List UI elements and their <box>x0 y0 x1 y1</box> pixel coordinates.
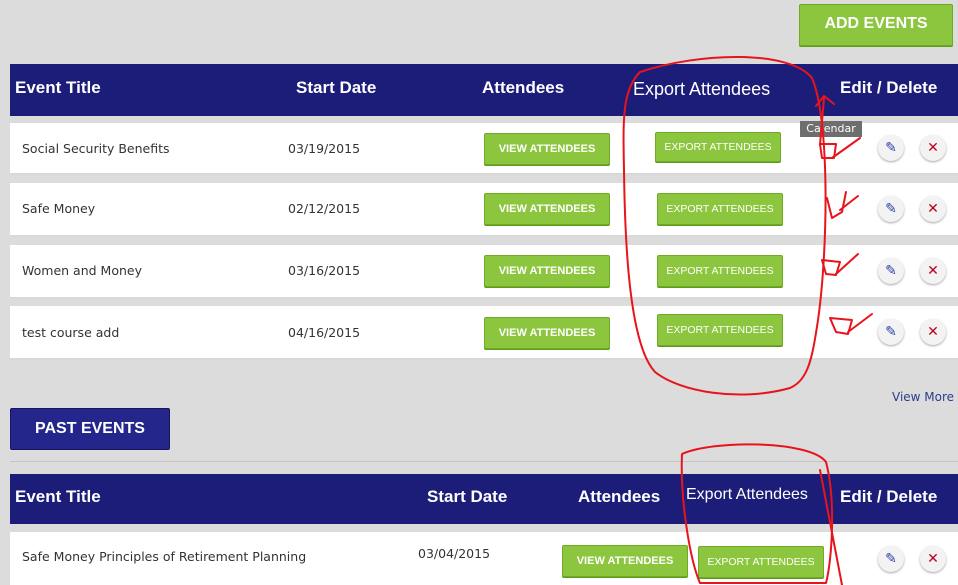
section-divider <box>10 461 958 462</box>
delete-close-icon[interactable]: ✕ <box>920 258 946 284</box>
edit-pencil-icon[interactable]: ✎ <box>878 258 904 284</box>
table-row: Safe Money Principles of Retirement Plan… <box>10 532 958 585</box>
view-attendees-button[interactable]: VIEW ATTENDEES <box>484 193 610 225</box>
event-date: 04/16/2015 <box>288 325 361 340</box>
event-title: Social Security Benefits <box>22 141 170 156</box>
export-attendees-button[interactable]: EXPORT ATTENDEES <box>657 314 783 346</box>
event-title: test course add <box>22 325 120 340</box>
delete-close-icon[interactable]: ✕ <box>920 135 946 161</box>
view-attendees-button[interactable]: VIEW ATTENDEES <box>562 545 688 577</box>
upcoming-table-header: Event Title Start Date Attendees Export … <box>10 64 958 116</box>
event-date: 03/04/2015 <box>418 546 491 561</box>
header-start-date: Start Date <box>427 487 508 506</box>
edit-pencil-icon[interactable]: ✎ <box>878 135 904 161</box>
event-date: 02/12/2015 <box>288 201 361 216</box>
view-attendees-button[interactable]: VIEW ATTENDEES <box>484 133 610 165</box>
event-date: 03/19/2015 <box>288 141 361 156</box>
view-attendees-button[interactable]: VIEW ATTENDEES <box>484 317 610 349</box>
header-export-attendees: Export Attendees <box>686 486 808 503</box>
past-table-header: Event Title Start Date Attendees Export … <box>10 474 958 524</box>
delete-close-icon[interactable]: ✕ <box>920 546 946 572</box>
view-more-link[interactable]: View More <box>892 390 954 404</box>
edit-pencil-icon[interactable]: ✎ <box>878 319 904 345</box>
header-export-attendees: Export Attendees <box>633 79 771 99</box>
header-attendees: Attendees <box>578 487 661 506</box>
header-event-title: Event Title <box>15 487 101 506</box>
delete-close-icon[interactable]: ✕ <box>920 319 946 345</box>
calendar-tooltip: Calendar <box>800 121 862 137</box>
edit-pencil-icon[interactable]: ✎ <box>878 546 904 572</box>
event-date: 03/16/2015 <box>288 263 361 278</box>
table-row: Safe Money 02/12/2015 VIEW ATTENDEES EXP… <box>10 183 958 237</box>
event-title: Safe Money <box>22 201 96 216</box>
export-attendees-button[interactable]: EXPORT ATTENDEES <box>698 546 824 578</box>
event-title: Safe Money Principles of Retirement Plan… <box>22 549 307 564</box>
past-events-button[interactable]: PAST EVENTS <box>10 408 170 450</box>
header-edit-delete: Edit / Delete <box>840 487 938 506</box>
table-row: Women and Money 03/16/2015 VIEW ATTENDEE… <box>10 245 958 299</box>
add-events-button[interactable]: ADD EVENTS <box>799 4 953 46</box>
header-attendees: Attendees <box>482 78 565 97</box>
header-edit-delete: Edit / Delete <box>840 78 938 97</box>
export-attendees-button[interactable]: EXPORT ATTENDEES <box>657 193 783 225</box>
header-start-date: Start Date <box>296 78 377 97</box>
table-row: test course add 04/16/2015 VIEW ATTENDEE… <box>10 306 958 360</box>
view-attendees-button[interactable]: VIEW ATTENDEES <box>484 255 610 287</box>
edit-pencil-icon[interactable]: ✎ <box>878 196 904 222</box>
header-event-title: Event Title <box>15 78 101 97</box>
delete-close-icon[interactable]: ✕ <box>920 196 946 222</box>
event-title: Women and Money <box>22 263 142 278</box>
export-attendees-button[interactable]: EXPORT ATTENDEES <box>657 255 783 287</box>
export-attendees-button[interactable]: EXPORT ATTENDEES <box>655 132 781 162</box>
